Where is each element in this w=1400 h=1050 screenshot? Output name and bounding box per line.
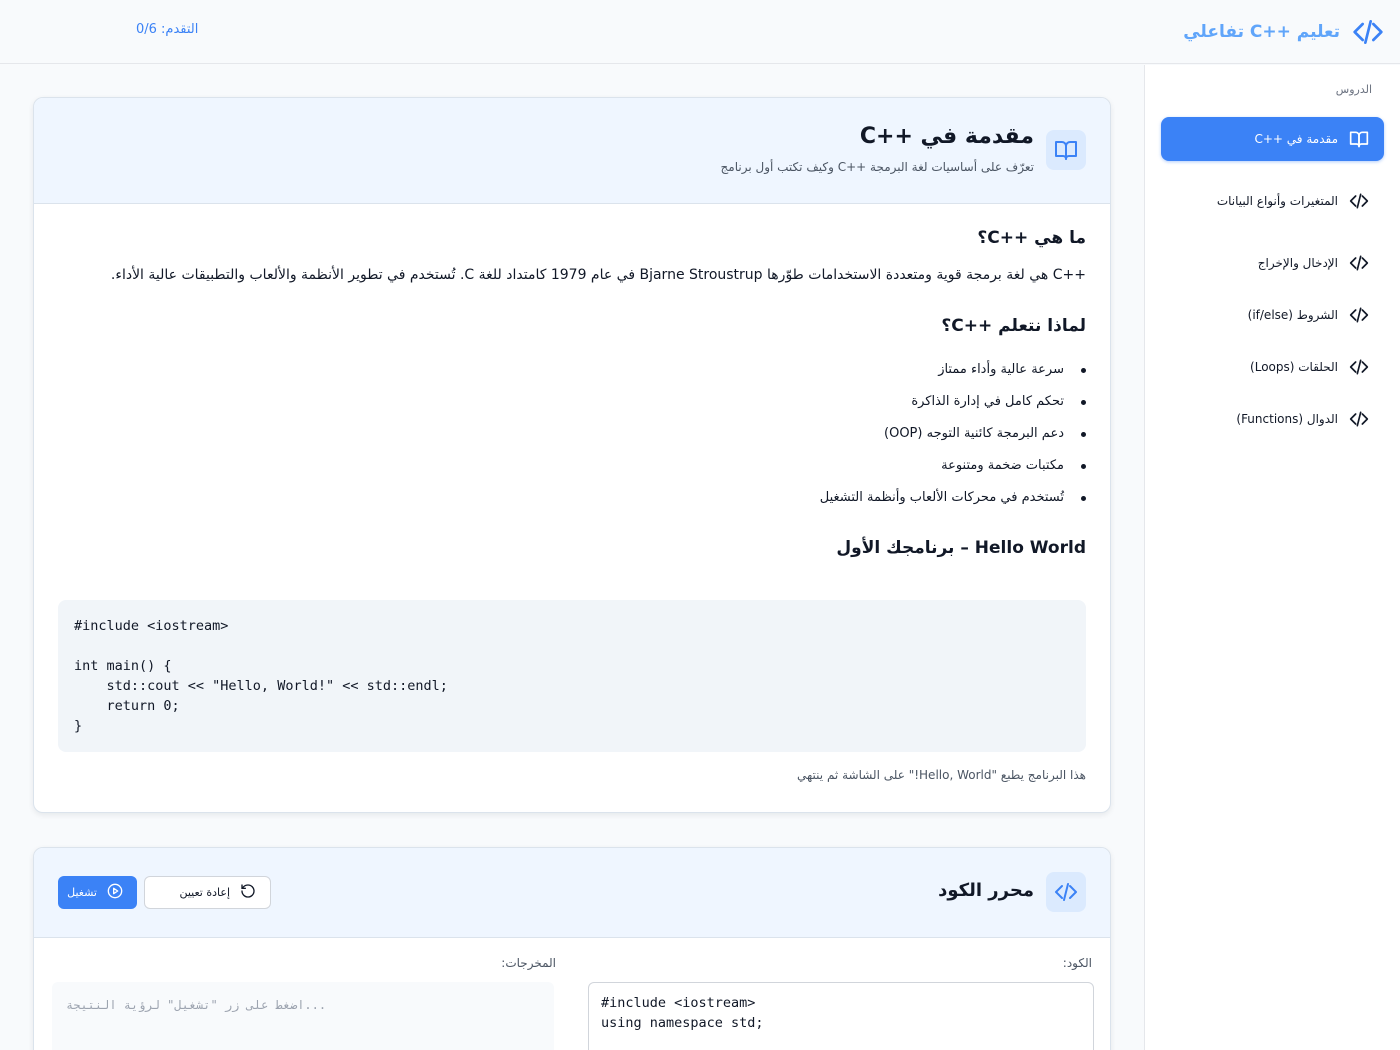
sidebar-item-conditions[interactable]: الشروط (if/else) — [1161, 293, 1384, 337]
features-list: سرعة عالية وأداء ممتاز تحكم كامل في إدار… — [58, 354, 1086, 514]
output-placeholder: اضغط على زر "تشغيل" لرؤية النتيجة... — [66, 998, 327, 1012]
list-item: مكتبات ضخمة ومتنوعة — [58, 450, 1086, 482]
app-title: تعليم ++C تفاعلي — [1183, 22, 1340, 42]
sidebar-item-label: مقدمة في ++C — [1254, 132, 1338, 146]
code-panel-label: الكود: — [1062, 956, 1092, 970]
lesson-subtitle: تعرّف على أساسيات لغة البرمجة ++C وكيف ت… — [720, 160, 1034, 174]
code-editor[interactable]: #include <iostream> using namespace std; — [588, 982, 1094, 1050]
sidebar-item-label: الشروط (if/else) — [1247, 308, 1338, 322]
sidebar-heading: الدروس — [1335, 83, 1372, 96]
sidebar-item-variables[interactable]: المتغيرات وأنواع البيانات — [1161, 179, 1384, 223]
list-item: تُستخدم في محركات الألعاب وأنظمة التشغيل — [58, 482, 1086, 514]
section-heading: Hello World – برنامجك الأول — [836, 538, 1086, 558]
progress-indicator: التقدم: 0/6 — [136, 22, 199, 37]
code-text: #include <iostream> int main() { std::co… — [74, 618, 448, 734]
run-label: تشغيل — [67, 886, 97, 899]
list-item: تحكم كامل في إدارة الذاكرة — [58, 386, 1086, 418]
editor-card: محرر الكود تشغيل إعادة تعيين الكود: المخ… — [33, 847, 1111, 1050]
section-heading: ما هي ++C؟ — [977, 228, 1086, 248]
section-heading: لماذا نتعلم ++C؟ — [941, 316, 1086, 336]
sidebar-item-loops[interactable]: الحلقات (Loops) — [1161, 345, 1384, 389]
code-icon — [1348, 190, 1370, 212]
code-example: #include <iostream> int main() { std::co… — [58, 600, 1086, 752]
code-icon — [1348, 408, 1370, 430]
sidebar-item-intro[interactable]: مقدمة في ++C — [1161, 117, 1384, 161]
code-icon — [1352, 16, 1384, 48]
reset-label: إعادة تعيين — [179, 886, 230, 899]
rotate-ccw-icon — [240, 883, 256, 902]
section-paragraph: ++C هي لغة برمجة قوية ومتعددة الاستخداما… — [110, 267, 1086, 283]
list-item: سرعة عالية وأداء ممتاز — [58, 354, 1086, 386]
sidebar-item-label: الحلقات (Loops) — [1250, 360, 1338, 374]
lesson-title: مقدمة في ++C — [859, 124, 1034, 149]
list-item: دعم البرمجة كائنية التوجه (OOP) — [58, 418, 1086, 450]
app-brand[interactable]: تعليم ++C تفاعلي — [1183, 16, 1384, 48]
output-panel: اضغط على زر "تشغيل" لرؤية النتيجة... — [52, 982, 554, 1050]
sidebar-item-label: الإدخال والإخراج — [1257, 256, 1338, 270]
top-bar: تعليم ++C تفاعلي التقدم: 0/6 — [0, 0, 1400, 64]
editor-header: محرر الكود تشغيل إعادة تعيين — [34, 848, 1110, 938]
lesson-card: مقدمة في ++C تعرّف على أساسيات لغة البرم… — [33, 97, 1111, 813]
code-icon — [1348, 304, 1370, 326]
sidebar-item-label: الدوال (Functions) — [1236, 412, 1338, 426]
code-icon — [1046, 872, 1086, 912]
editor-code[interactable]: #include <iostream> using namespace std; — [601, 993, 1081, 1033]
sidebar-item-functions[interactable]: الدوال (Functions) — [1161, 397, 1384, 441]
lesson-content: ما هي ++C؟ ++C هي لغة برمجة قوية ومتعددة… — [58, 228, 1086, 558]
code-icon — [1348, 252, 1370, 274]
sidebar-item-label: المتغيرات وأنواع البيانات — [1216, 194, 1338, 208]
output-panel-label: المخرجات: — [501, 956, 556, 970]
book-open-icon — [1348, 128, 1370, 150]
sidebar-item-io[interactable]: الإدخال والإخراج — [1161, 241, 1384, 285]
sidebar: الدروس مقدمة في ++C المتغيرات وأنواع الب… — [1144, 65, 1400, 1050]
reset-button[interactable]: إعادة تعيين — [144, 876, 271, 909]
editor-title: محرر الكود — [938, 880, 1034, 901]
code-explanation: هذا البرنامج يطبع "Hello, World!" على ال… — [797, 768, 1086, 782]
code-icon — [1348, 356, 1370, 378]
run-button[interactable]: تشغيل — [58, 876, 137, 909]
play-circle-icon — [107, 883, 123, 902]
book-open-icon — [1046, 130, 1086, 170]
lesson-header: مقدمة في ++C تعرّف على أساسيات لغة البرم… — [34, 98, 1110, 204]
